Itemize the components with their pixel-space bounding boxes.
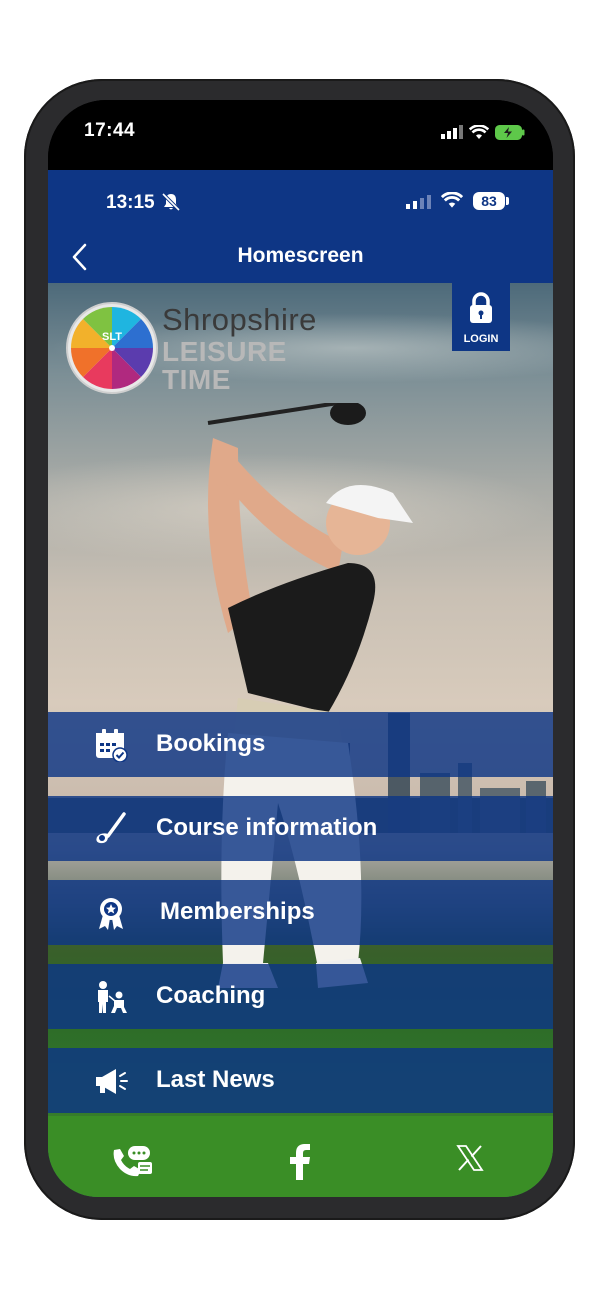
menu-item-label: Bookings bbox=[156, 730, 266, 757]
lock-icon bbox=[470, 292, 492, 323]
signal-icon bbox=[441, 125, 463, 139]
menu-item-memberships[interactable]: Memberships bbox=[48, 880, 553, 945]
menu-item-course-information[interactable]: Course information bbox=[48, 796, 553, 861]
menu-item-label: Last News bbox=[156, 1066, 275, 1093]
menu-item-label: Coaching bbox=[156, 982, 266, 1009]
brand-name-line2: LEISURE bbox=[162, 336, 287, 367]
slt-logo: SLT bbox=[66, 302, 158, 394]
signal-icon bbox=[406, 195, 431, 209]
x-icon[interactable] bbox=[456, 1144, 484, 1172]
wifi-icon bbox=[441, 192, 463, 208]
battery-level: 83 bbox=[473, 192, 505, 210]
device-status-icons bbox=[441, 121, 525, 143]
battery-charging-icon bbox=[495, 124, 525, 140]
menu-item-coaching[interactable]: Coaching bbox=[48, 964, 553, 1029]
golf-club-icon bbox=[96, 812, 126, 844]
calendar-check-icon bbox=[96, 729, 128, 762]
wifi-icon bbox=[469, 124, 489, 139]
device-time: 17:44 bbox=[84, 120, 136, 141]
megaphone-icon bbox=[96, 1069, 128, 1094]
footer-bar bbox=[48, 1116, 553, 1197]
page-title: Homescreen bbox=[237, 244, 364, 267]
phone-chat-icon[interactable] bbox=[110, 1144, 154, 1180]
facebook-icon[interactable] bbox=[288, 1144, 312, 1180]
app-status-time: 13:15 bbox=[106, 192, 155, 213]
menu-item-last-news[interactable]: Last News bbox=[48, 1048, 553, 1113]
dynamic-island bbox=[218, 117, 383, 165]
menu-item-label: Course information bbox=[156, 814, 378, 841]
brand-name-line3: TIME bbox=[162, 364, 231, 395]
login-label: LOGIN bbox=[463, 333, 499, 345]
bell-slash-icon bbox=[161, 192, 181, 212]
award-ribbon-icon bbox=[99, 898, 123, 930]
menu-item-bookings[interactable]: Bookings bbox=[48, 712, 553, 777]
app-screen: 13:15 83 Homescreen SLT Shropshire LEISU… bbox=[48, 170, 553, 1197]
logo-monogram: SLT bbox=[102, 331, 122, 343]
battery-tip bbox=[506, 197, 509, 205]
brand-name-line1: Shropshire bbox=[162, 302, 317, 337]
coaching-icon bbox=[98, 981, 127, 1013]
menu-item-label: Memberships bbox=[160, 898, 315, 925]
login-button[interactable]: LOGIN bbox=[452, 283, 510, 351]
